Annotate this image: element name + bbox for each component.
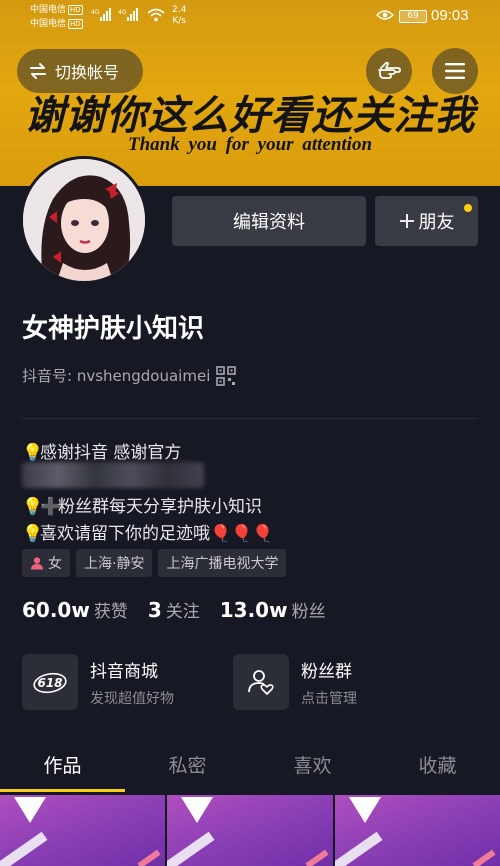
stat-likes-value: 60.0w [22,598,90,622]
avatar[interactable] [20,156,148,284]
tab-favorites[interactable]: 收藏 [375,748,500,792]
lightbulb-icon: 💡 [22,524,44,544]
tag-school-label: 上海广播电视大学 [166,556,279,572]
svg-text:4G: 4G [91,9,100,16]
tag-school: 上海广播电视大学 [158,549,287,577]
switch-account-label: 切换帐号 [55,63,120,82]
bio-line-3: 💡➕粉丝群每天分享护肤小知识 [22,492,262,517]
618-icon: 618 [33,672,67,694]
stat-following-value: 3 [147,598,162,622]
bio-line-3-text: 粉丝群每天分享护肤小知识 [58,497,262,517]
bio-line-1: 💡感谢抖音 感谢官方 [22,438,181,463]
stat-following[interactable]: 3 关注 [148,597,200,622]
fan-group-icon [248,670,274,695]
signal-icon-2: 4G [118,8,138,21]
stat-followers-label: 粉丝 [291,602,326,622]
tag-location: 上海·静安 [76,549,153,577]
carrier-1-name: 中国电信 [30,5,67,15]
svg-text:4G: 4G [118,9,127,16]
signal-icon-1: 4G [91,8,111,21]
feature-fan-group[interactable]: 粉丝群 点击管理 [233,654,357,710]
nickname: 女神护肤小知识 [22,314,205,344]
pointing-hand-icon [378,61,401,79]
feature-shop-title: 抖音商城 [90,661,158,682]
thumb-decor-accent [137,849,161,866]
heavy-plus-icon: ➕ [40,497,62,517]
hamburger-menu-icon [445,63,465,79]
content-tabs: 作品 私密 喜欢 收藏 [0,748,500,792]
video-thumbnail[interactable] [167,795,333,866]
edit-profile-button[interactable]: 编辑资料 [172,196,366,246]
tag-location-label: 上海·静安 [84,556,145,572]
speed-value: 2.4 [172,5,187,15]
feature-shop-subtitle: 发现超值好物 [90,690,174,707]
hd-badge-2: HD [68,19,83,29]
hd-badge: HD [68,5,83,15]
tab-likes[interactable]: 喜欢 [250,748,375,792]
switch-arrows-icon [30,63,46,79]
thumb-decor [334,831,383,866]
douyin-id-text: 抖音号: nvshengdouaimei [22,367,211,385]
pin-triangle-icon [348,797,381,823]
video-thumbnail[interactable] [0,795,166,866]
lightbulb-icon: 💡 [22,443,44,463]
bio-line-4-text: 喜欢请留下你的足迹哦 [40,524,210,544]
eye-comfort-icon [376,10,394,20]
carrier-2-name: 中国电信 [30,19,67,29]
edit-profile-label: 编辑资料 [233,212,305,233]
banner-subtitle: Thank you for your attention [127,134,373,155]
clock: 09:03 [431,7,469,24]
avatar-illustration [23,159,145,281]
qr-code-icon[interactable] [216,365,237,386]
add-friend-button[interactable]: 朋友 [375,196,478,246]
notification-dot [464,204,472,212]
tab-works[interactable]: 作品 [0,748,125,792]
profile-stats: 60.0w 获赞 3 关注 13.0w 粉丝 [22,597,326,622]
tag-gender: 女 [22,549,70,577]
video-thumbnail[interactable] [334,795,500,866]
balloon-icons: 🎈🎈🎈 [210,524,274,544]
stat-followers[interactable]: 13.0w 粉丝 [220,597,326,622]
feature-shop[interactable]: 618 抖音商城 发现超值好物 [22,654,174,710]
thumb-decor-accent [472,849,496,866]
pin-triangle-icon [181,797,214,823]
female-user-icon [31,557,43,570]
plus-icon [399,214,414,228]
bio-line-4: 💡喜欢请留下你的足迹哦🎈🎈🎈 [22,519,274,544]
thumb-decor [0,831,48,866]
thumb-decor [167,831,215,866]
stat-followers-value: 13.0w [219,598,288,622]
lightbulb-icon: 💡 [22,497,44,517]
bio-line-1-text: 感谢抖音 感谢官方 [40,443,182,463]
fan-group-icon-box [233,654,289,710]
wifi-icon [147,8,165,22]
tab-private[interactable]: 私密 [125,748,250,792]
feature-fan-group-title: 粉丝群 [301,661,352,682]
network-speed: 2.4 K/s [172,5,186,27]
status-bar: 中国电信 HD 中国电信 HD 4G 4G 2.4 K/s 69 09:03 [0,0,500,34]
stat-following-label: 关注 [165,602,200,622]
speed-unit: K/s [172,16,186,26]
svg-text:618: 618 [37,676,62,690]
feature-fan-group-subtitle: 点击管理 [301,690,357,707]
pin-triangle-icon [14,797,46,823]
profile-tags: 女 上海·静安 上海广播电视大学 [22,549,287,577]
carrier-2: 中国电信 HD [30,18,83,30]
divider [22,418,478,419]
stat-likes[interactable]: 60.0w 获赞 [22,597,128,622]
banner-title: 谢谢你这么好看还关注我 [24,93,476,139]
battery-indicator: 69 [399,10,427,23]
douyin-id: 抖音号: nvshengdouaimei [22,365,237,386]
blurred-bio-line [22,462,204,488]
shop-618-icon: 618 [22,654,78,710]
carrier-1: 中国电信 HD [30,4,83,16]
thumb-decor-accent [305,849,329,866]
video-grid [0,795,500,866]
active-tab-indicator [0,789,125,792]
stat-likes-label: 获赞 [93,602,128,622]
tag-gender-label: 女 [48,556,62,572]
add-friend-label: 朋友 [418,212,455,233]
